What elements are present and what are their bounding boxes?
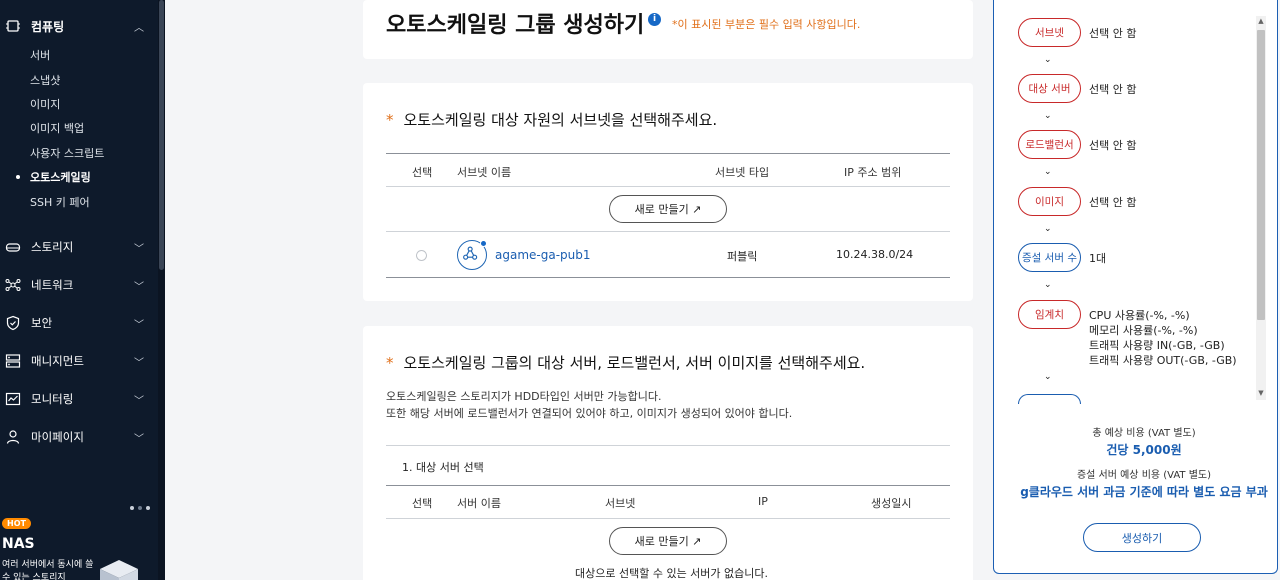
carousel-dots[interactable]	[130, 506, 150, 510]
step-loadbalancer-value: 선택 안 함	[1089, 139, 1137, 152]
info-icon[interactable]: i	[648, 13, 661, 26]
sidebar-subitem-user-script[interactable]: 사용자 스크립트	[30, 145, 104, 161]
required-note: *이 표시된 부분은 필수 입력 사항입니다.	[672, 18, 861, 31]
sidebar-item-label: 컴퓨팅	[31, 19, 65, 34]
chevron-down-icon: ⌄	[1044, 111, 1052, 121]
step-scale-count-pill[interactable]: 증설 서버 수	[1018, 243, 1081, 272]
sidebar-subitem-image-backup[interactable]: 이미지 백업	[30, 120, 84, 136]
network-icon	[5, 277, 21, 293]
target-description: 오토스케일링은 스토리지가 HDD타입인 서버만 가능합니다. 또한 해당 서버…	[386, 390, 793, 420]
total-cost-label: 총 예상 비용 (VAT 별도)	[1092, 428, 1196, 439]
sidebar-scrollbar-thumb[interactable]	[159, 0, 164, 270]
cube-icon	[98, 558, 140, 580]
total-cost-value: 건당 5,000원	[1106, 443, 1182, 457]
sidebar-subitem-image[interactable]: 이미지	[30, 96, 60, 112]
chevron-down-icon: ⌄	[1044, 372, 1052, 382]
subnet-type-value: 퍼블릭	[727, 250, 758, 263]
subnet-network-icon	[457, 240, 487, 270]
col-subnet-name: 서브넷 이름	[457, 166, 512, 179]
promo-title: NAS	[2, 536, 35, 552]
empty-message: 대상으로 선택할 수 있는 서버가 없습니다.	[575, 567, 769, 580]
subnet-name-link[interactable]: agame-ga-pub1	[495, 248, 591, 262]
sidebar-item-storage[interactable]: 스토리지 ﹀	[0, 236, 158, 258]
chevron-down-icon: ⌄	[1044, 55, 1052, 65]
chevron-down-icon: ﹀	[134, 319, 144, 331]
step-image-value: 선택 안 함	[1089, 196, 1137, 209]
sidebar-item-security[interactable]: 보안 ﹀	[0, 312, 158, 334]
step-threshold-values: CPU 사용률(-%, -%) 메모리 사용률(-%, -%) 트래픽 사용량 …	[1089, 309, 1237, 367]
sidebar-subitem-ssh-keypair[interactable]: SSH 키 페어	[30, 194, 90, 210]
monitor-chart-icon	[5, 391, 21, 407]
promo-description: 여러 서버에서 동시에 쓸 수 있는 스토리지	[2, 560, 94, 580]
col-ip: IP	[758, 495, 768, 508]
promo-banner[interactable]: HOT NAS 여러 서버에서 동시에 쓸 수 있는 스토리지	[0, 500, 158, 580]
server-new-button[interactable]: 새로 만들기 ↗	[609, 527, 727, 555]
sidebar-item-computing[interactable]: 컴퓨팅 ︿	[0, 14, 158, 38]
create-button[interactable]: 생성하기	[1083, 523, 1201, 552]
col-select: 선택	[412, 166, 433, 179]
active-dot-icon	[16, 175, 20, 179]
col-select: 선택	[412, 497, 433, 510]
summary-scrollbar-thumb[interactable]	[1257, 30, 1265, 320]
chevron-down-icon: ﹀	[134, 357, 144, 369]
server-rack-icon	[5, 353, 21, 369]
step-scale-count-value: 1대	[1089, 252, 1107, 265]
sidebar-item-label: 매니지먼트	[31, 354, 84, 368]
sidebar-item-label: 모니터링	[31, 392, 74, 406]
badge-dot	[480, 240, 487, 247]
sidebar-item-label: 스토리지	[31, 240, 74, 254]
sidebar-item-mypage[interactable]: 마이페이지 ﹀	[0, 426, 158, 448]
sidebar-item-management[interactable]: 매니지먼트 ﹀	[0, 350, 158, 372]
sidebar-item-label: 보안	[31, 316, 53, 330]
sidebar-item-label: 네트워크	[31, 278, 74, 292]
sidebar-subitem-server[interactable]: 서버	[30, 47, 50, 63]
sidebar-item-network[interactable]: 네트워크 ﹀	[0, 274, 158, 296]
scroll-down-icon[interactable]: ▼	[1256, 388, 1266, 398]
hot-badge: HOT	[2, 518, 31, 529]
step-subnet-value: 선택 안 함	[1089, 27, 1137, 40]
col-created-at: 생성일시	[871, 497, 912, 510]
chevron-down-icon: ⌄	[1044, 167, 1052, 177]
extra-cost-label: 증설 서버 예상 비용 (VAT 별도)	[1076, 470, 1212, 481]
subsection-label: 1. 대상 서버 선택	[402, 461, 484, 474]
col-subnet-type: 서브넷 타입	[715, 166, 770, 179]
summary-panel: 서브넷 선택 안 함 ⌄ 대상 서버 선택 안 함 ⌄ 로드밸런서 선택 안 함…	[993, 0, 1278, 574]
sidebar-item-label: 마이페이지	[31, 430, 84, 444]
page-title: 오토스케일링 그룹 생성하기	[386, 13, 645, 38]
chevron-down-icon: ⌄	[1044, 224, 1052, 234]
storage-icon	[5, 239, 21, 255]
chevron-down-icon: ﹀	[134, 281, 144, 293]
subnet-section-title: * 오토스케일링 대상 자원의 서브넷을 선택해주세요.	[386, 111, 718, 129]
step-target-server-value: 선택 안 함	[1089, 83, 1137, 96]
sidebar: 컴퓨팅 ︿ 서버 스냅샷 이미지 이미지 백업 사용자 스크립트 오토스케일링 …	[0, 0, 165, 580]
sidebar-subitem-snapshot[interactable]: 스냅샷	[30, 72, 60, 88]
step-image-pill[interactable]: 이미지	[1018, 187, 1081, 216]
chevron-down-icon: ﹀	[134, 433, 144, 445]
sidebar-item-monitoring[interactable]: 모니터링 ﹀	[0, 388, 158, 410]
step-target-server-pill[interactable]: 대상 서버	[1018, 74, 1081, 103]
chevron-down-icon: ⌄	[1044, 280, 1052, 290]
chevron-down-icon: ﹀	[134, 395, 144, 407]
subnet-new-button[interactable]: 새로 만들기 ↗	[609, 195, 727, 223]
subnet-ip-value: 10.24.38.0/24	[836, 248, 914, 261]
col-server-name: 서버 이름	[457, 497, 501, 510]
target-section-title: * 오토스케일링 그룹의 대상 서버, 로드밸런서, 서버 이미지를 선택해주세요…	[386, 354, 866, 372]
sidebar-subitem-autoscaling[interactable]: 오토스케일링	[16, 169, 91, 185]
extra-cost-value: g클라우드 서버 과금 기준에 따라 별도 요금 부과	[1020, 485, 1268, 499]
chip-icon	[5, 18, 21, 34]
user-icon	[5, 429, 21, 445]
shield-icon	[5, 315, 21, 331]
col-ip-range: IP 주소 범위	[844, 166, 902, 179]
subnet-select-radio[interactable]	[416, 250, 427, 261]
step-threshold-pill[interactable]: 임계치	[1018, 300, 1081, 329]
step-loadbalancer-pill[interactable]: 로드밸런서	[1018, 130, 1081, 159]
col-subnet: 서브넷	[605, 497, 636, 510]
step-subnet-pill[interactable]: 서브넷	[1018, 18, 1081, 47]
chevron-up-icon: ︿	[134, 22, 144, 34]
chevron-down-icon: ﹀	[134, 243, 144, 255]
scroll-up-icon[interactable]: ▲	[1256, 16, 1266, 26]
step-next-pill-partial[interactable]	[1018, 394, 1081, 404]
